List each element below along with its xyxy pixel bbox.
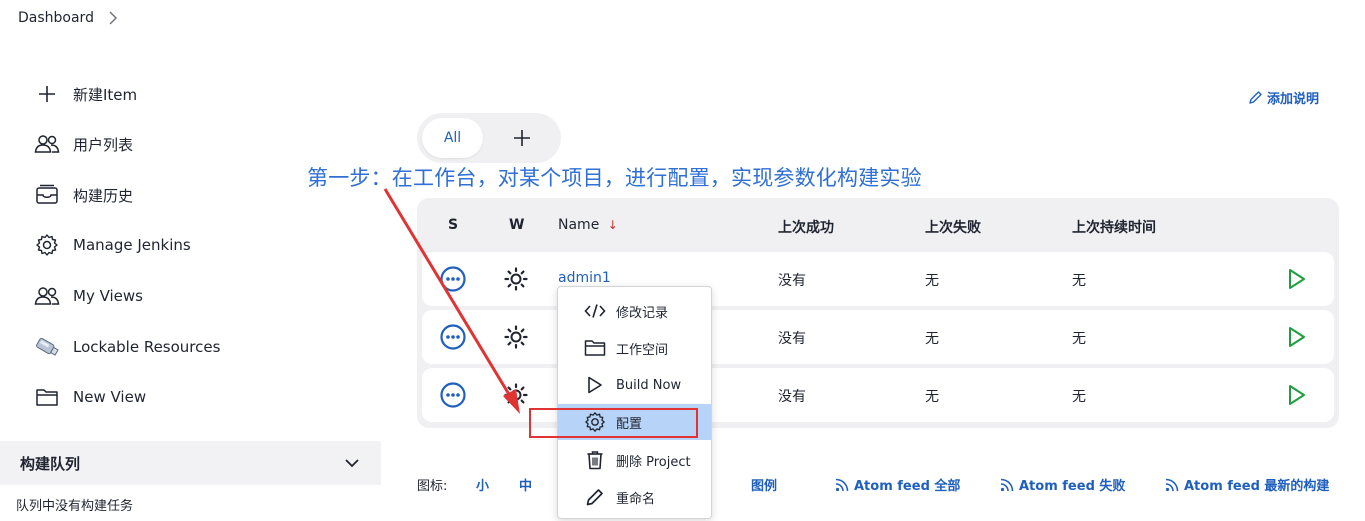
- play-icon: [584, 374, 606, 396]
- code-icon: [584, 300, 606, 322]
- users-icon: [34, 131, 60, 157]
- sidebar-item-label: 构建历史: [73, 186, 134, 205]
- cell-last-duration: 无: [1072, 331, 1086, 347]
- rss-icon: [1000, 478, 1014, 491]
- cell-last-failure: 无: [925, 331, 939, 347]
- column-header-status[interactable]: S: [448, 217, 458, 233]
- status-pending-icon[interactable]: [440, 324, 466, 350]
- configure-highlight-box: [529, 408, 698, 438]
- job-context-menu: 修改记录 工作空间 Build Now 配置 删除 Project 重命名: [557, 286, 712, 519]
- view-tabs: All: [417, 113, 561, 163]
- cell-last-failure: 无: [925, 389, 939, 405]
- atom-feed-failed-link[interactable]: Atom feed 失败: [1000, 475, 1125, 494]
- cell-last-success: 没有: [778, 273, 806, 289]
- cell-last-duration: 无: [1072, 389, 1086, 405]
- rss-icon: [1165, 478, 1179, 491]
- pencil-icon: [584, 486, 606, 508]
- column-header-last-success[interactable]: 上次成功: [778, 217, 834, 237]
- usb-drive-icon: [34, 334, 60, 360]
- tab-all[interactable]: All: [422, 118, 483, 158]
- menu-item-label: 工作空间: [616, 342, 669, 358]
- column-header-last-failure[interactable]: 上次失败: [925, 217, 981, 237]
- menu-item-rename[interactable]: 重命名: [558, 479, 711, 515]
- breadcrumb-dashboard[interactable]: Dashboard: [18, 10, 94, 26]
- folder-icon: [584, 337, 606, 359]
- chevron-down-icon[interactable]: [345, 458, 359, 468]
- icon-size-label: 图标:: [417, 479, 448, 494]
- sidebar-item-label: My Views: [73, 287, 143, 305]
- weather-sunny-icon: [504, 383, 528, 407]
- cell-last-duration: 无: [1072, 273, 1086, 289]
- cell-last-success: 没有: [778, 331, 806, 347]
- column-header-name[interactable]: Name ↓: [558, 217, 618, 233]
- menu-item-label: 重命名: [616, 491, 656, 507]
- folder-icon: [34, 384, 60, 410]
- menu-item-label: 修改记录: [616, 305, 669, 321]
- cell-last-failure: 无: [925, 273, 939, 289]
- add-view-tab[interactable]: [507, 123, 537, 153]
- build-now-play-icon[interactable]: [1287, 326, 1307, 348]
- column-header-weather[interactable]: W: [509, 217, 524, 233]
- menu-item-label: Build Now: [616, 377, 682, 393]
- inbox-icon: [34, 182, 60, 208]
- status-pending-icon[interactable]: [440, 266, 466, 292]
- chevron-right-icon[interactable]: [108, 11, 118, 25]
- plus-icon: [34, 81, 60, 107]
- weather-sunny-icon: [504, 325, 528, 349]
- sidebar-item-lockable-resources[interactable]: Lockable Resources: [34, 334, 220, 360]
- atom-feed-all-label: Atom feed 全部: [854, 479, 961, 494]
- gear-icon: [34, 232, 60, 258]
- pencil-icon: [1249, 90, 1262, 104]
- cell-last-success: 没有: [778, 389, 806, 405]
- legend-link[interactable]: 图例: [751, 475, 777, 494]
- rss-icon: [835, 478, 849, 491]
- sort-arrow-icon: ↓: [607, 218, 618, 232]
- sidebar-item-label: Lockable Resources: [73, 338, 221, 356]
- build-now-play-icon[interactable]: [1287, 384, 1307, 406]
- atom-feed-latest-label: Atom feed 最新的构建: [1184, 479, 1330, 494]
- atom-feed-failed-label: Atom feed 失败: [1019, 479, 1126, 494]
- menu-item-changes[interactable]: 修改记录: [558, 293, 711, 329]
- breadcrumb: Dashboard: [18, 10, 118, 26]
- sidebar-item-new-view[interactable]: New View: [34, 384, 146, 410]
- sidebar-item-users[interactable]: 用户列表: [34, 131, 133, 157]
- build-queue-empty: 队列中没有构建任务: [16, 499, 134, 514]
- sidebar-item-build-history[interactable]: 构建历史: [34, 182, 133, 208]
- add-description-label: 添加说明: [1266, 92, 1319, 107]
- trash-icon: [584, 449, 606, 471]
- atom-feed-latest-link[interactable]: Atom feed 最新的构建: [1165, 475, 1329, 494]
- sidebar-item-manage-jenkins[interactable]: Manage Jenkins: [34, 232, 191, 258]
- atom-feed-all-link[interactable]: Atom feed 全部: [835, 475, 960, 494]
- sidebar-item-label: 用户列表: [73, 135, 134, 154]
- build-queue-header[interactable]: 构建队列: [0, 441, 381, 485]
- sidebar-item-label: 新建Item: [73, 85, 138, 104]
- add-description-link[interactable]: 添加说明: [1247, 88, 1319, 107]
- menu-item-workspace[interactable]: 工作空间: [558, 330, 711, 366]
- status-pending-icon[interactable]: [440, 382, 466, 408]
- sidebar-item-my-views[interactable]: My Views: [34, 283, 143, 309]
- sidebar-item-label: New View: [73, 388, 147, 406]
- job-name-link[interactable]: admin1: [558, 270, 611, 286]
- menu-item-delete-project[interactable]: 删除 Project: [558, 442, 711, 478]
- menu-item-build-now[interactable]: Build Now: [558, 367, 711, 403]
- icon-size-medium-link[interactable]: 中: [519, 475, 532, 494]
- build-now-play-icon[interactable]: [1287, 268, 1307, 290]
- menu-item-label: 删除 Project: [616, 454, 691, 470]
- build-queue-title: 构建队列: [20, 454, 81, 473]
- column-header-name-label: Name: [558, 217, 600, 233]
- plus-icon: [514, 130, 530, 146]
- annotation-text: 第一步：在工作台，对某个项目，进行配置，实现参数化构建实验: [307, 166, 922, 190]
- column-header-last-duration[interactable]: 上次持续时间: [1072, 217, 1156, 237]
- weather-sunny-icon: [504, 267, 528, 291]
- users-icon: [34, 283, 60, 309]
- sidebar-item-new-item[interactable]: 新建Item: [34, 81, 137, 107]
- icon-size-small-link[interactable]: 小: [476, 475, 489, 494]
- sidebar-item-label: Manage Jenkins: [73, 236, 191, 254]
